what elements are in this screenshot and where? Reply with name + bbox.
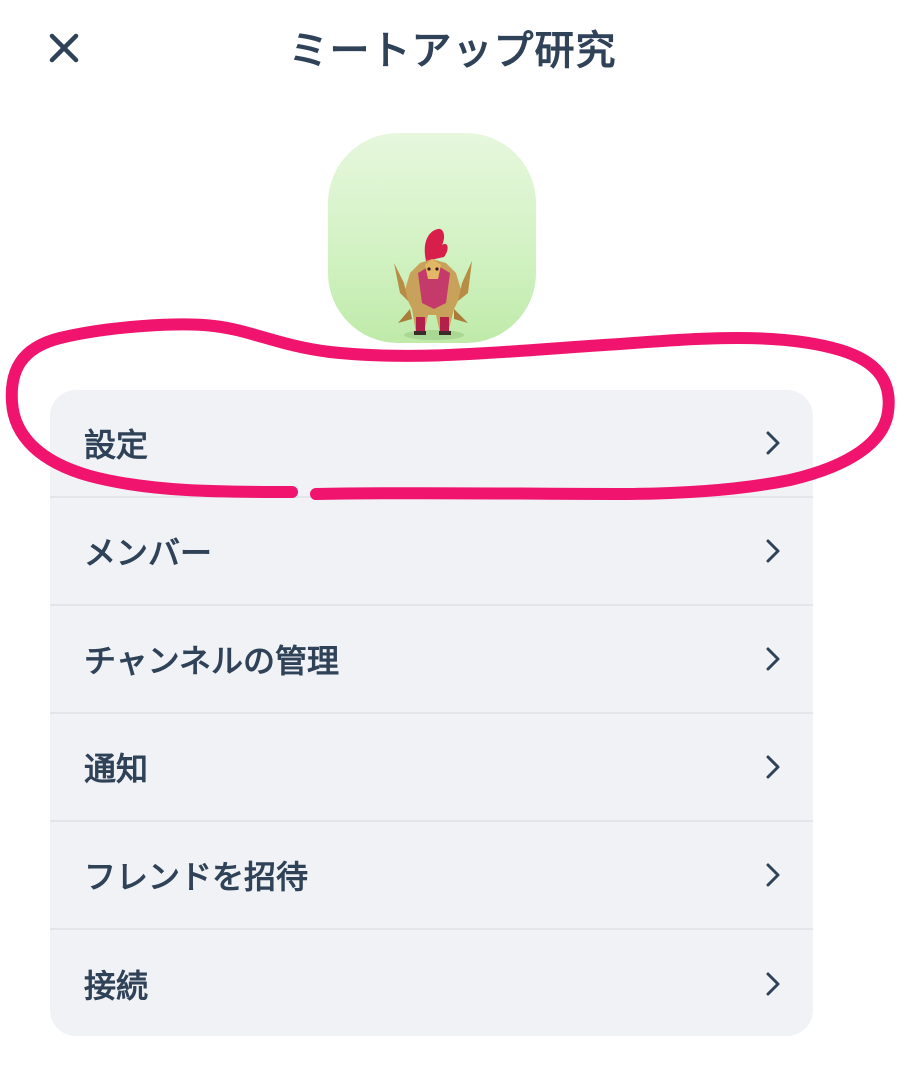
- menu-item-members[interactable]: メンバー: [50, 498, 813, 606]
- menu-item-label: チャンネルの管理: [84, 642, 340, 680]
- page: ミートアップ研究 設定 メンバー チャンネルの管理 通知 フレンドを招待 接続: [0, 0, 905, 1081]
- menu-item-label: 通知: [84, 750, 149, 788]
- menu-item-label: 接続: [84, 967, 149, 1005]
- chevron-right-icon: [761, 427, 785, 459]
- group-avatar[interactable]: [328, 133, 536, 343]
- chevron-right-icon: [761, 968, 785, 1000]
- creature-icon: [394, 228, 472, 340]
- chevron-right-icon: [761, 751, 785, 783]
- chevron-right-icon: [761, 859, 785, 891]
- menu-item-channel-management[interactable]: チャンネルの管理: [50, 606, 813, 714]
- menu-item-invite-friends[interactable]: フレンドを招待: [50, 822, 813, 930]
- menu-item-label: フレンドを招待: [84, 858, 309, 896]
- menu-item-label: 設定: [84, 426, 149, 464]
- menu-item-settings[interactable]: 設定: [50, 390, 813, 498]
- chevron-right-icon: [761, 535, 785, 567]
- menu-list: 設定 メンバー チャンネルの管理 通知 フレンドを招待 接続: [50, 390, 813, 1036]
- menu-item-connections[interactable]: 接続: [50, 930, 813, 1036]
- page-title: ミートアップ研究: [288, 28, 617, 74]
- menu-item-notifications[interactable]: 通知: [50, 714, 813, 822]
- chevron-right-icon: [761, 643, 785, 675]
- menu-item-label: メンバー: [84, 534, 213, 572]
